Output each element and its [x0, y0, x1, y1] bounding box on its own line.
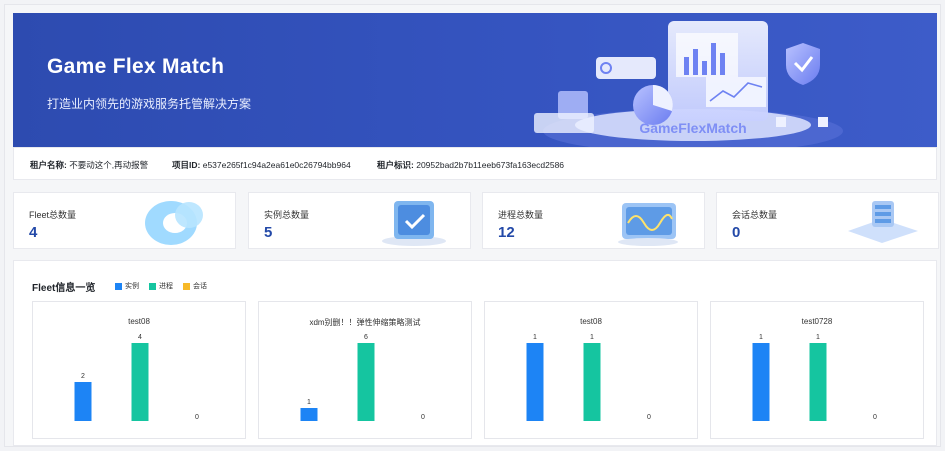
fleet-chart-card: test08 110: [484, 301, 698, 439]
stat-label: Fleet总数量: [29, 210, 77, 220]
legend-item-instances[interactable]: 实例: [115, 281, 139, 291]
bar-value-label: 1: [533, 334, 537, 341]
bar-实例[interactable]: [74, 382, 92, 421]
bar-进程[interactable]: [809, 343, 827, 421]
project-id: 项目ID: e537e265f1c94a2ea61e0c26794bb964: [172, 159, 351, 171]
fleet-bar-chart: 1 1 0: [752, 334, 877, 421]
legend-label: 会话: [193, 283, 207, 290]
stat-label: 会话总数量: [732, 210, 778, 220]
bar-value-label: 1: [307, 399, 311, 406]
legend-label: 实例: [125, 283, 139, 290]
stat-label: 实例总数量: [264, 210, 310, 220]
bar-实例[interactable]: [300, 408, 318, 421]
stat-value: 12: [498, 224, 515, 241]
legend-label: 进程: [159, 283, 173, 290]
stat-card-sessions: 会话总数量 0: [716, 192, 939, 249]
bar-进程[interactable]: [131, 343, 149, 421]
bar-value-label: 1: [590, 334, 594, 341]
legend-item-sessions[interactable]: 会话: [183, 281, 207, 291]
bar-value-label: 2: [81, 373, 85, 380]
bar-进程[interactable]: [357, 343, 375, 421]
bar-实例[interactable]: [752, 343, 770, 421]
tenant-name-key: 租户名称:: [30, 160, 67, 170]
bar-进程[interactable]: [583, 343, 601, 421]
server-icon: [382, 201, 446, 246]
stat-value: 0: [732, 224, 741, 241]
stat-label: 进程总数量: [498, 210, 544, 220]
bar-value-label: 0: [421, 414, 425, 421]
legend-swatch: [115, 282, 122, 290]
stat-card-instances: 实例总数量 5: [248, 192, 471, 249]
bar-value-label: 0: [195, 414, 199, 421]
bar-value-label: 1: [816, 334, 820, 341]
fleet-chart-card: xdm别删！！弹性伸缩策略测试 160: [258, 301, 472, 439]
tenant-id-value: 20952bad2b7b11eeb673fa163ecd2586: [416, 160, 565, 170]
bar-value-label: 0: [873, 414, 877, 421]
legend-swatch: [149, 282, 156, 290]
fleet-chart-card: test08 240: [32, 301, 246, 439]
bar-value-label: 4: [138, 334, 142, 341]
banner-subtitle: 打造业内领先的游戏服务托管解决方案: [47, 97, 252, 111]
fleet-bar-chart: 1 1 0: [526, 334, 651, 421]
project-id-value: e537e265f1c94a2ea61e0c26794bb964: [202, 160, 351, 170]
bar-value-label: 6: [364, 334, 368, 341]
wave-chart-icon: [618, 203, 678, 246]
tenant-name-value: 不要动这个,再动报警: [69, 160, 149, 170]
banner-title: Game Flex Match: [47, 55, 225, 78]
panel-title: Fleet信息一览: [32, 283, 96, 294]
hero-banner: Game Flex Match 打造业内领先的游戏服务托管解决方案 GameFl…: [13, 13, 937, 147]
stat-value: 5: [264, 224, 273, 241]
legend-swatch: [183, 282, 190, 290]
bar-实例[interactable]: [526, 343, 544, 421]
ring-icon: [145, 201, 203, 245]
fleet-overview-panel: Fleet信息一览 实例 进程 会话 test08 240 xdm别删！！弹性伸…: [13, 260, 937, 446]
stat-card-processes: 进程总数量 12: [482, 192, 705, 249]
tenant-info-bar: 租户名称: 不要动这个,再动报警 项目ID: e537e265f1c94a2ea…: [13, 147, 937, 180]
bar-value-label: 1: [759, 334, 763, 341]
tenant-name: 租户名称: 不要动这个,再动报警: [30, 159, 148, 171]
bar-value-label: 0: [647, 414, 651, 421]
tenant-id: 租户标识: 20952bad2b7b11eeb673fa163ecd2586: [377, 159, 564, 171]
fleet-chart-card: test0728 110: [710, 301, 924, 439]
project-id-key: 项目ID:: [172, 160, 201, 170]
stat-value: 4: [29, 224, 38, 241]
chart-legend: 实例 进程 会话: [115, 281, 207, 291]
cube-stack-icon: [848, 201, 918, 243]
legend-item-processes[interactable]: 进程: [149, 281, 173, 291]
tenant-id-key: 租户标识:: [377, 160, 414, 170]
illustration-text: GameFlexMatch: [639, 120, 746, 136]
fleet-bar-chart: 1 6 0: [300, 334, 425, 421]
banner-illustration: GameFlexMatch: [534, 21, 843, 147]
stat-card-fleet: Fleet总数量 4: [13, 192, 236, 249]
fleet-bar-chart: 2 4 0: [74, 334, 199, 421]
